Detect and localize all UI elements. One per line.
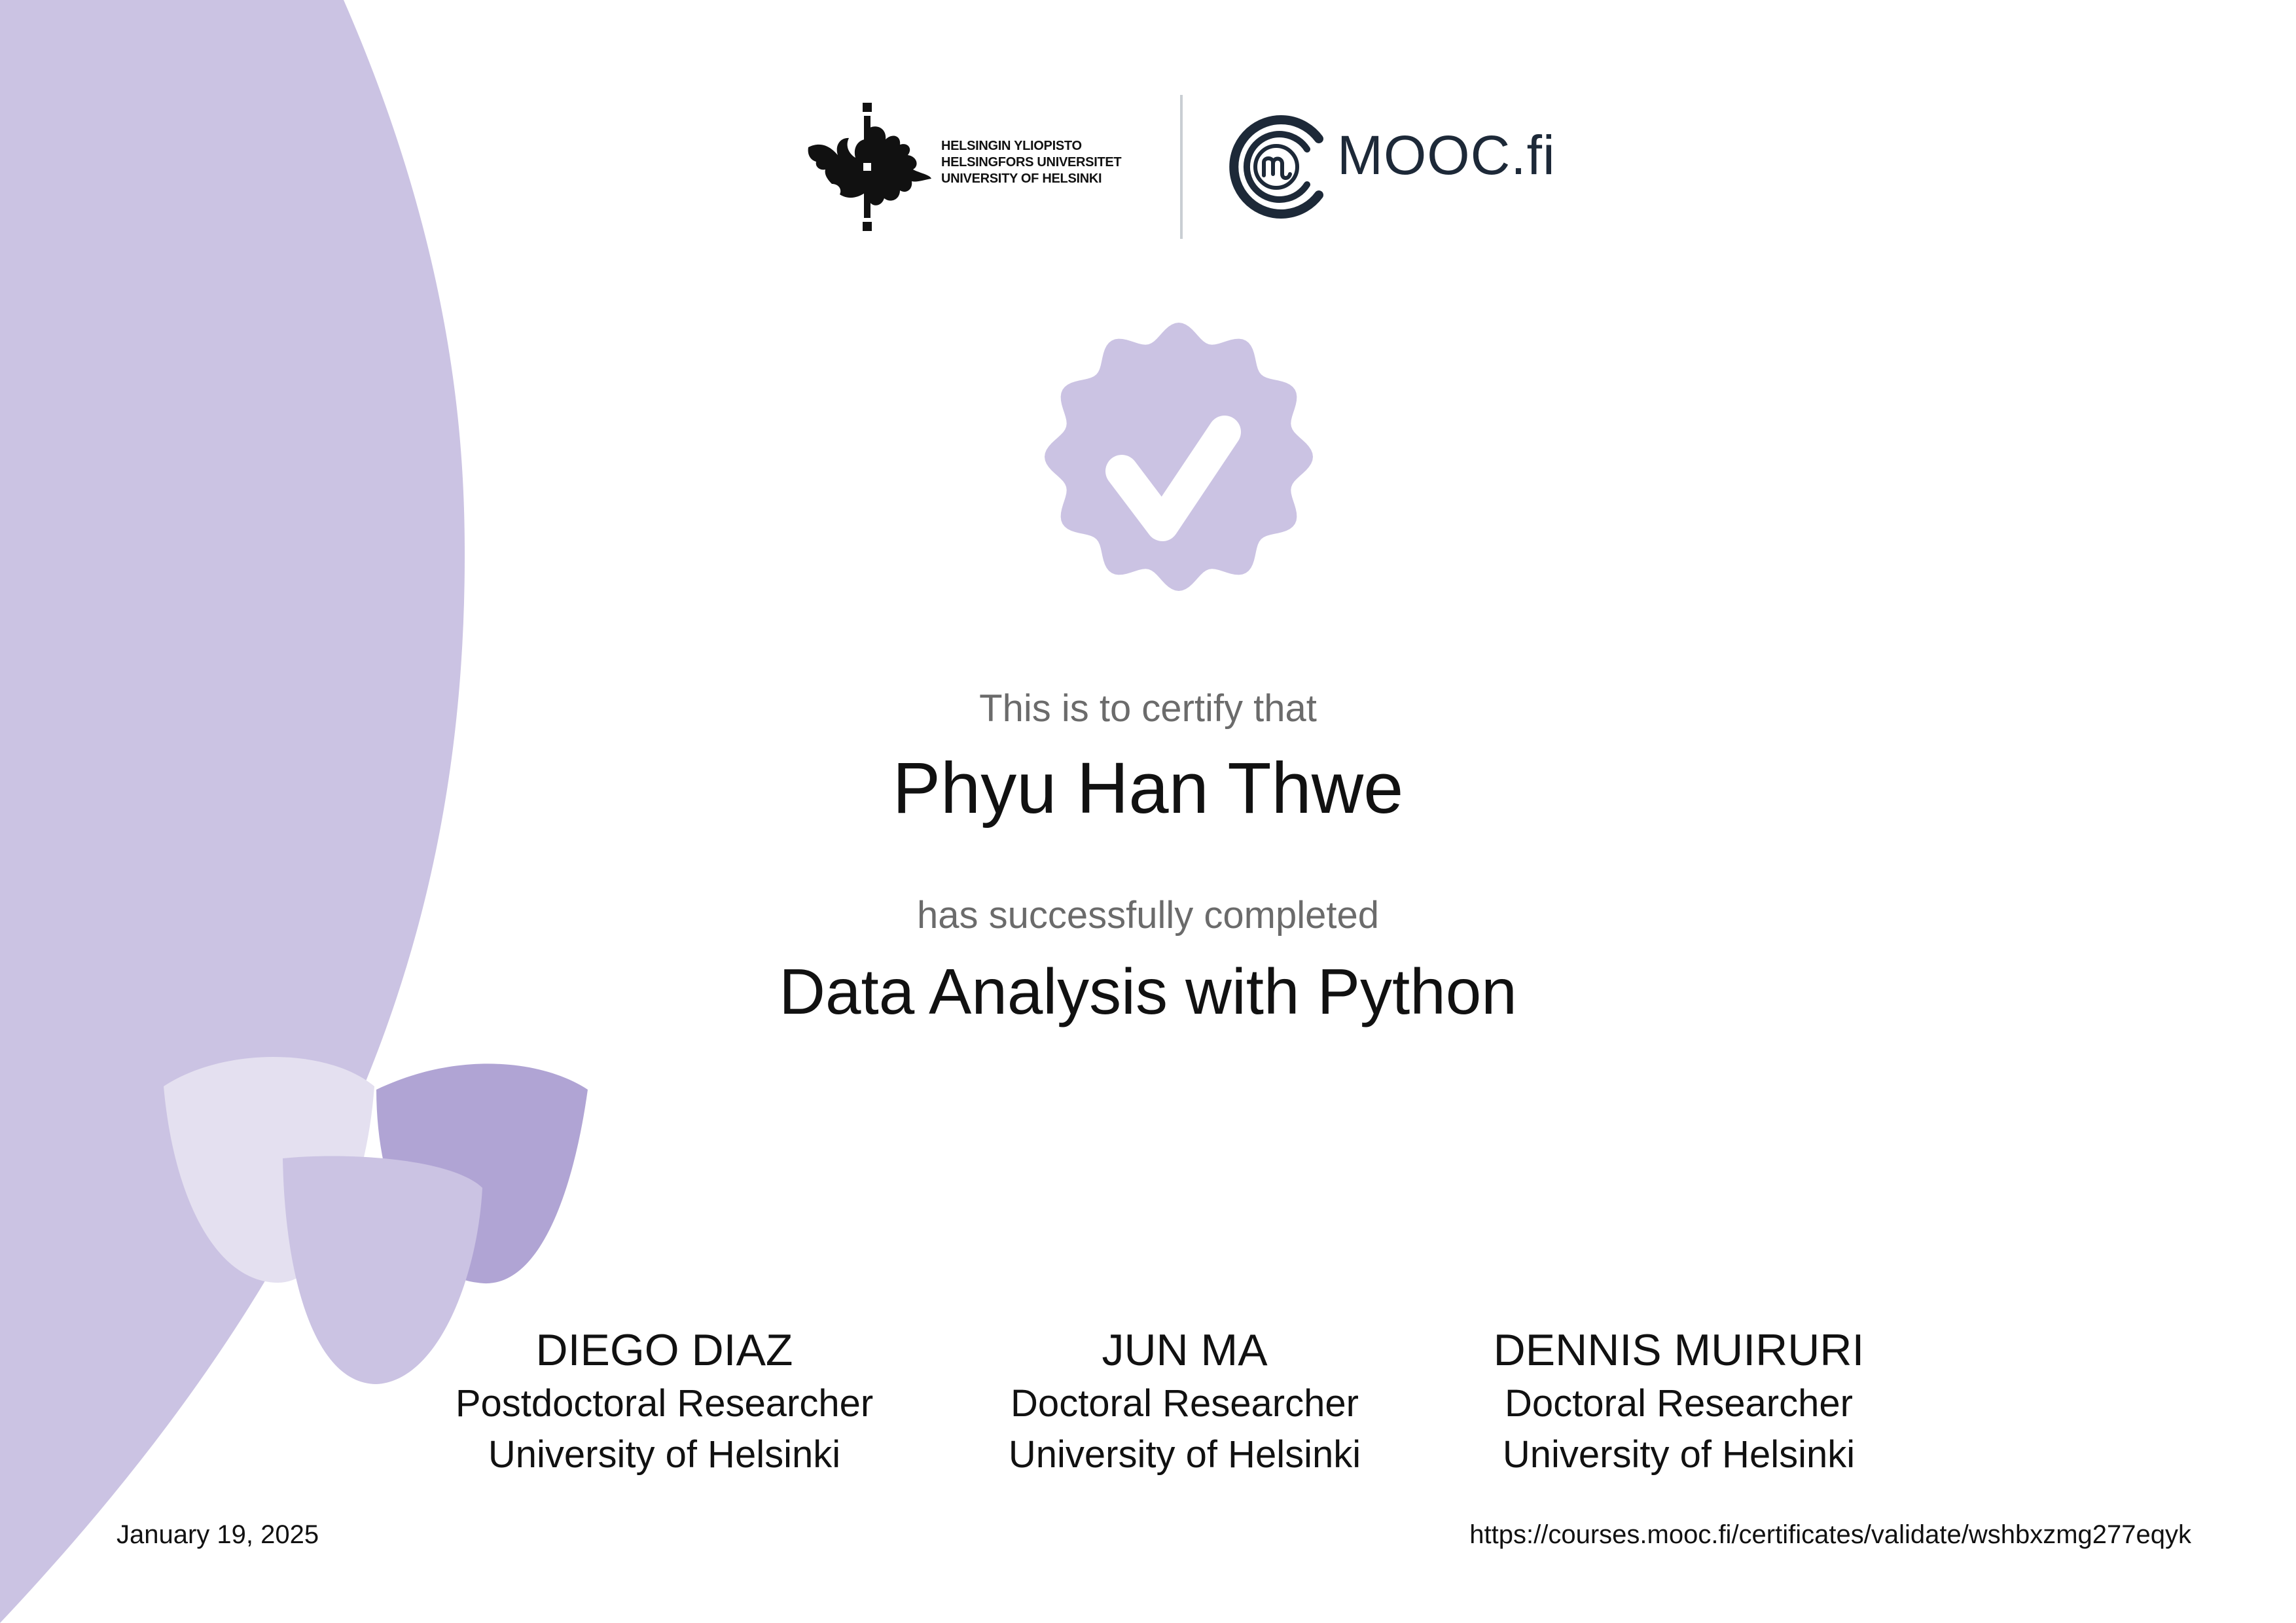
signatory: JUN MA Doctoral Researcher University of… xyxy=(936,1322,1433,1480)
course-title: Data Analysis with Python xyxy=(779,955,1517,1027)
signatory-name: DIEGO DIAZ xyxy=(535,1325,793,1375)
university-name-english: UNIVERSITY OF HELSINKI xyxy=(941,171,1102,186)
badge-scalloped-seal xyxy=(1045,323,1313,591)
verified-checkmark-badge-icon xyxy=(1045,323,1313,591)
signatory-organization: University of Helsinki xyxy=(1008,1433,1361,1476)
certificate-page: HELSINGIN YLIOPISTO HELSINGFORS UNIVERSI… xyxy=(0,0,2296,1623)
certify-text: This is to certify that xyxy=(979,687,1317,730)
signatory-title: Doctoral Researcher xyxy=(1011,1382,1359,1425)
logo-divider xyxy=(1180,95,1183,239)
signatory-title: Postdoctoral Researcher xyxy=(455,1382,874,1425)
signatory: DIEGO DIAZ Postdoctoral Researcher Unive… xyxy=(416,1322,913,1480)
signatory-name: DENNIS MUIRURI xyxy=(1493,1325,1865,1375)
signatory-organization: University of Helsinki xyxy=(488,1433,841,1476)
issue-date: January 19, 2025 xyxy=(117,1520,319,1549)
signatory: DENNIS MUIRURI Doctoral Researcher Unive… xyxy=(1430,1322,1928,1480)
signatories: DIEGO DIAZ Postdoctoral Researcher Unive… xyxy=(0,1322,2296,1499)
mooc-fi-wordmark: MOOC.fi xyxy=(1337,124,1556,186)
completed-text: has successfully completed xyxy=(917,894,1379,936)
signatory-organization: University of Helsinki xyxy=(1502,1433,1856,1476)
university-name-swedish: HELSINGFORS UNIVERSITET xyxy=(941,155,1122,169)
signatory-title: Doctoral Researcher xyxy=(1505,1382,1853,1425)
recipient-name: Phyu Han Thwe xyxy=(892,748,1404,829)
university-names: HELSINGIN YLIOPISTO HELSINGFORS UNIVERSI… xyxy=(941,138,1122,187)
validation-link[interactable]: https://courses.mooc.fi/certificates/val… xyxy=(1469,1518,2191,1551)
university-of-helsinki-logo-icon xyxy=(808,103,931,231)
logo-header: HELSINGIN YLIOPISTO HELSINGFORS UNIVERSI… xyxy=(802,95,1555,242)
university-name-finnish: HELSINGIN YLIOPISTO xyxy=(941,139,1082,153)
mooc-fi-logo-icon xyxy=(1229,115,1323,219)
signatory-name: JUN MA xyxy=(1102,1325,1268,1375)
